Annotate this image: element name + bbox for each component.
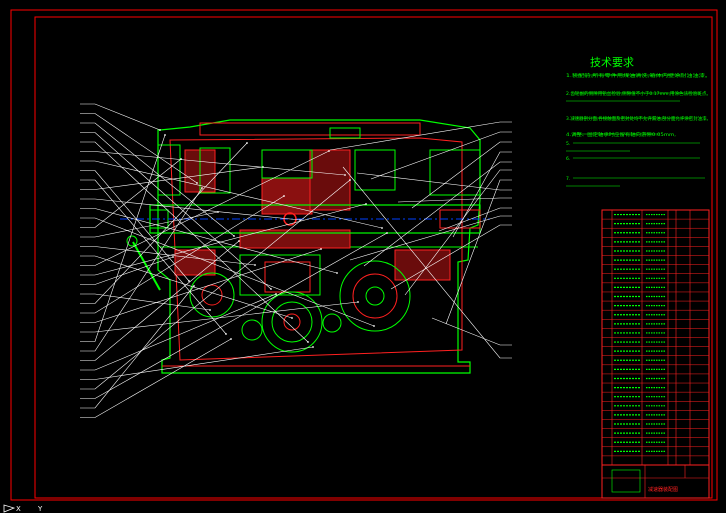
gear-block-upper-2 — [354, 149, 396, 191]
leader-dot — [307, 341, 309, 343]
note-2: 2.齿轮副的侧隙用铅丝检验,侧隙值不小于0.17mm,用涂色法检验斑点。 — [566, 90, 711, 97]
gear-block-lower-2 — [264, 261, 311, 293]
leader-dot — [283, 195, 285, 197]
leader-dot — [225, 333, 227, 335]
parts-list-table — [601, 209, 710, 466]
leader-dot — [328, 150, 330, 152]
leader-dot — [381, 227, 383, 229]
notes-title: 技术要求 — [590, 56, 634, 69]
note-6: 6. — [566, 156, 570, 162]
leader-dot — [365, 203, 367, 205]
leader-dot — [196, 182, 198, 184]
note-4: 4.调整、固定轴承时应留有轴向游隙0.05mm, — [566, 131, 676, 138]
gearbox-housing — [120, 119, 490, 374]
leader-line — [431, 317, 512, 346]
leader-dot — [312, 346, 314, 348]
gear-small-right — [322, 313, 342, 333]
note-7: 7. — [566, 176, 570, 182]
right-bearing-cap — [429, 149, 481, 196]
hatch-section-2 — [309, 149, 351, 211]
oil-sight-cover — [329, 127, 361, 139]
leader-dot — [238, 240, 240, 242]
technical-notes: 技术要求 1.装配前,所有零件用煤油清洗,箱体内壁涂耐油油漆。 2.齿轮副的侧隙… — [566, 56, 711, 187]
gear-mid-outer — [261, 291, 323, 353]
leader-dot — [193, 285, 195, 287]
dipstick-head — [126, 235, 138, 247]
leader-dot — [262, 166, 264, 168]
leader-dot — [373, 325, 375, 327]
leader-dot — [275, 293, 277, 295]
title-block-stamp — [611, 469, 641, 493]
leader-line — [329, 121, 512, 151]
title-block-name: 减速器装配图 — [648, 486, 678, 493]
leader-dot — [270, 288, 272, 290]
leader-line — [80, 346, 314, 380]
leader-line — [397, 197, 512, 203]
leader-dot — [344, 174, 346, 176]
gear-small-left — [241, 319, 263, 341]
ucs-x-arrow — [3, 504, 16, 513]
leader-lines-right — [329, 121, 512, 359]
leader-dot — [291, 317, 293, 319]
gear-right-outer — [339, 260, 411, 332]
ucs-icon: X Y — [3, 504, 43, 513]
leader-dot — [254, 264, 256, 266]
leader-dot — [349, 179, 351, 181]
leader-dot — [246, 142, 248, 144]
leader-line — [445, 179, 512, 325]
leader-line — [80, 285, 195, 409]
leader-line — [370, 131, 512, 180]
leader-line — [80, 301, 359, 333]
leader-dot — [172, 256, 174, 258]
inner-border — [34, 16, 713, 499]
left-bearing-cap — [157, 144, 181, 196]
leader-dot — [386, 232, 388, 234]
top-cover — [199, 122, 421, 136]
gear-block-lower-1 — [239, 254, 321, 296]
leader-dot — [233, 235, 235, 237]
parts-list-rows — [602, 213, 709, 457]
leader-dot — [180, 158, 182, 160]
leader-line — [80, 103, 161, 131]
gear-right-ring — [352, 273, 398, 319]
leader-line — [356, 172, 512, 191]
title-block: 减速器装配图 — [601, 464, 710, 499]
leader-dot — [159, 129, 161, 131]
leader-line — [80, 113, 198, 184]
gear-block-upper-1 — [261, 149, 313, 179]
gear-right-inner — [365, 286, 385, 306]
gearbox-assembly-drawing: 技术要求 1.装配前,所有零件用煤油清洗,箱体内壁涂耐油油漆。 2.齿轮副的侧隙… — [3, 9, 718, 513]
note-5: 5. — [566, 141, 570, 147]
note-1: 1.装配前,所有零件用煤油清洗,箱体内壁涂耐油油漆。 — [566, 72, 711, 79]
ucs-y-label: Y — [37, 505, 43, 513]
leader-dot — [164, 134, 166, 136]
leader-dot — [201, 187, 203, 189]
leader-dot — [336, 272, 338, 274]
leader-dot — [217, 211, 219, 213]
cad-drawing-canvas: 技术要求 1.装配前,所有零件用煤油清洗,箱体内壁涂耐油油漆。 2.齿轮副的侧隙… — [0, 0, 726, 513]
leader-dot — [230, 338, 232, 340]
note-3: 3.减速器剖分面,各接触面及密封处均不允许漏油,剖分面允许涂密封油漆。 — [566, 115, 711, 122]
leader-dot — [209, 309, 211, 311]
ucs-x-label: X — [16, 505, 21, 513]
leader-line — [80, 232, 388, 399]
leader-dot — [320, 248, 322, 250]
leader-dot — [357, 301, 359, 303]
hatch-section-1 — [261, 177, 313, 215]
